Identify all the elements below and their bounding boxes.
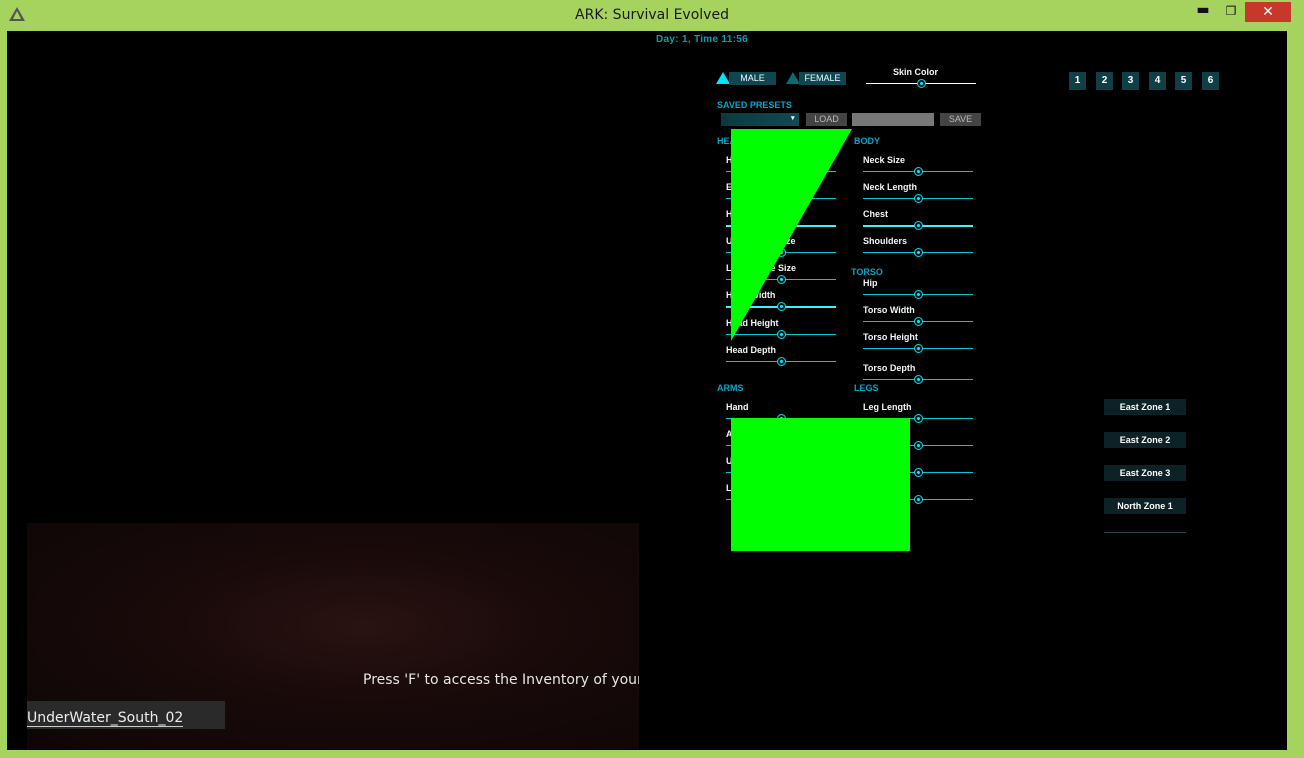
zone-button[interactable]: East Zone 2 — [1104, 432, 1186, 448]
minimize-button[interactable]: ▬ — [1190, 2, 1216, 22]
male-button[interactable]: MALE — [729, 72, 776, 85]
torso-width-slider-knob[interactable] — [914, 317, 923, 326]
close-button[interactable]: ✕ — [1245, 2, 1291, 22]
hip-label: Hip — [863, 278, 878, 288]
neck-size-slider-knob[interactable] — [914, 167, 923, 176]
female-button[interactable]: FEMALE — [799, 72, 846, 85]
location-label: UnderWater_South_02 — [27, 701, 225, 729]
arms-heading: ARMS — [717, 383, 744, 393]
day-time-display: Day: 1, Time 11:56 — [656, 34, 748, 45]
shoulders-label: Shoulders — [863, 236, 908, 246]
hip-slider-knob[interactable] — [914, 290, 923, 299]
location-name: UnderWater_South_02 — [27, 710, 184, 727]
maximize-button[interactable]: ❐ — [1218, 2, 1244, 22]
slot-button-4[interactable]: 4 — [1149, 72, 1166, 90]
male-triangle-icon — [716, 72, 730, 84]
torso-heading: TORSO — [851, 267, 883, 277]
body-heading: BODY — [854, 136, 881, 146]
game-viewport[interactable]: Day: 1, Time 11:56 MALE FEMALE Skin Colo… — [7, 31, 1287, 750]
saved-presets-heading: SAVED PRESETS — [717, 100, 792, 110]
legs-heading: LEGS — [854, 383, 879, 393]
slot-button-5[interactable]: 5 — [1175, 72, 1192, 90]
zone-button[interactable]: North Zone 1 — [1104, 498, 1186, 514]
inventory-hint-text: Press 'F' to access the Inventory of you… — [363, 672, 639, 688]
slot-button-1[interactable]: 1 — [1069, 72, 1086, 90]
torso-depth-label: Torso Depth — [863, 363, 916, 373]
slot-button-3[interactable]: 3 — [1122, 72, 1139, 90]
skin-color-knob[interactable] — [917, 79, 926, 88]
zone-button[interactable]: East Zone 3 — [1104, 465, 1186, 481]
neck-length-label: Neck Length — [863, 182, 918, 192]
preset-name-input[interactable] — [852, 113, 934, 126]
female-triangle-icon — [786, 72, 800, 84]
head-depth-label: Head Depth — [726, 345, 777, 355]
save-button[interactable]: SAVE — [940, 113, 981, 126]
upper-leg-slider-knob[interactable] — [914, 441, 923, 450]
chest-slider-knob[interactable] — [914, 221, 923, 230]
neck-size-label: Neck Size — [863, 155, 906, 165]
zone-button[interactable]: East Zone 1 — [1104, 399, 1186, 415]
leg-length-label: Leg Length — [863, 402, 912, 412]
head-depth-slider-knob[interactable] — [777, 357, 786, 366]
dropdown-arrow-icon: ▾ — [791, 115, 795, 122]
slot-button-6[interactable]: 6 — [1202, 72, 1219, 90]
lower-leg-slider-knob[interactable] — [914, 468, 923, 477]
torso-height-slider-knob[interactable] — [914, 344, 923, 353]
torso-height-label: Torso Height — [863, 332, 918, 342]
skin-color-label: Skin Color — [893, 67, 939, 77]
neck-length-slider-knob[interactable] — [914, 194, 923, 203]
title-bar: ARK: Survival Evolved ▬ ❐ ✕ — [0, 0, 1304, 30]
torso-depth-slider-knob[interactable] — [914, 375, 923, 384]
window-title: ARK: Survival Evolved — [575, 7, 729, 23]
zone-list-divider — [1104, 532, 1186, 533]
chest-label: Chest — [863, 209, 889, 219]
green-triangle-overlay — [731, 129, 852, 341]
load-button[interactable]: LOAD — [806, 113, 847, 126]
slot-button-2[interactable]: 2 — [1096, 72, 1113, 90]
torso-width-label: Torso Width — [863, 305, 915, 315]
shoulders-slider-knob[interactable] — [914, 248, 923, 257]
green-rect-overlay — [731, 418, 910, 551]
preset-dropdown[interactable] — [721, 113, 799, 126]
foot-slider-knob[interactable] — [914, 495, 923, 504]
hand-label: Hand — [726, 402, 749, 412]
leg-length-slider-knob[interactable] — [914, 414, 923, 423]
